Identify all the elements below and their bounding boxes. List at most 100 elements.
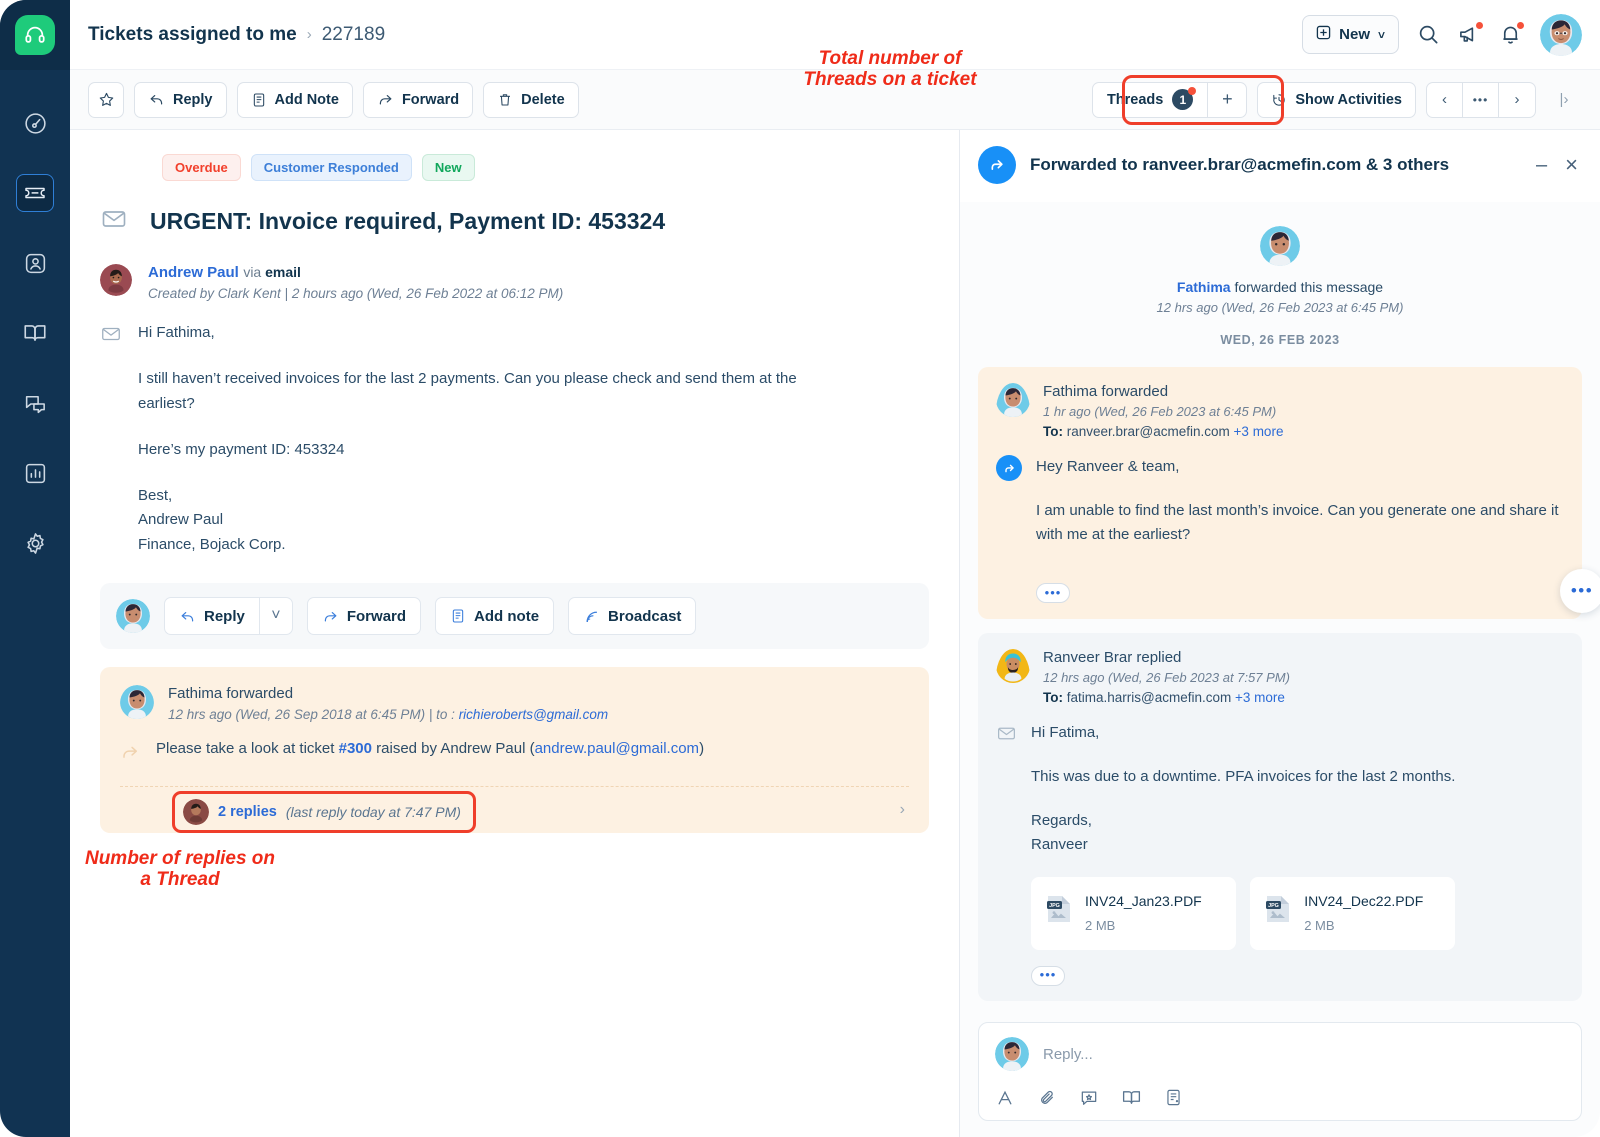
chat-bubbles-icon — [16, 384, 54, 422]
ticket-link[interactable]: #300 — [339, 740, 372, 757]
sidebar-item-reports[interactable] — [0, 438, 70, 508]
forward-arrow-icon — [120, 740, 140, 766]
replies-annotation-highlight: 2 replies (last reply today at 7:47 PM) — [172, 791, 476, 834]
message-action: replied — [1132, 648, 1182, 666]
thread-origin-action: forwarded this message — [1230, 279, 1384, 295]
forwarder-name[interactable]: Fathima — [168, 685, 222, 702]
more-options-button[interactable]: ••• — [1463, 82, 1499, 117]
reply-input[interactable]: Reply... — [1043, 1046, 1093, 1063]
minimize-icon[interactable]: – — [1536, 154, 1547, 177]
message-attachments: JPG INV24_Jan23.PDF 2 MB JPG INV24_Dec22… — [1031, 876, 1456, 950]
status-badge-new[interactable]: New — [421, 154, 475, 181]
template-icon[interactable] — [1164, 1088, 1183, 1107]
forward-action-button[interactable]: Forward — [306, 597, 422, 636]
breadcrumb-current: 227189 — [321, 23, 386, 45]
plus-box-icon — [1316, 25, 1331, 44]
canned-response-icon[interactable] — [1079, 1088, 1099, 1108]
format-text-icon[interactable] — [995, 1088, 1015, 1108]
threads-group: Threads 1 + — [1091, 81, 1248, 118]
sidebar-item-contacts[interactable] — [0, 228, 70, 298]
add-note-action-button[interactable]: Add note — [435, 597, 555, 636]
sidebar-item-dashboard[interactable] — [0, 88, 70, 158]
forward-button[interactable]: Forward — [362, 81, 474, 118]
forwarded-note-recipient[interactable]: richieroberts@gmail.com — [459, 707, 609, 722]
sender-via: via email — [243, 264, 301, 280]
collapse-panel-button[interactable]: |› — [1546, 82, 1582, 118]
message-more-actions-button[interactable]: ••• — [1560, 568, 1600, 613]
knowledge-base-icon[interactable] — [1121, 1087, 1142, 1108]
delete-button[interactable]: Delete — [483, 81, 579, 118]
message-to-more[interactable]: +3 more — [1234, 424, 1284, 439]
reply-button[interactable]: Reply — [134, 81, 227, 118]
message-paragraph: Here’s my payment ID: 453324 — [138, 440, 345, 458]
agent-avatar[interactable] — [116, 599, 150, 634]
forwarder-avatar[interactable] — [120, 685, 154, 722]
threads-button[interactable]: Threads 1 — [1093, 82, 1209, 117]
sidebar-item-settings[interactable] — [0, 508, 70, 578]
reply-action-button[interactable]: Reply — [164, 597, 259, 636]
attachment-icon[interactable] — [1037, 1088, 1057, 1108]
message-author-name[interactable]: Ranveer Brar — [1043, 649, 1132, 666]
search-icon[interactable] — [1417, 23, 1440, 46]
notification-badge — [1517, 22, 1524, 29]
new-button[interactable]: New ˅ — [1302, 15, 1399, 54]
expand-quoted-text-button[interactable]: ••• — [1031, 965, 1065, 986]
message-to-more[interactable]: +3 more — [1235, 690, 1285, 705]
thread-replies-row[interactable]: 2 replies (last reply today at 7:47 PM) … — [120, 787, 909, 834]
close-icon[interactable]: × — [1565, 152, 1578, 178]
status-badge-overdue[interactable]: Overdue — [162, 154, 241, 181]
thread-origin-author[interactable]: Fathima — [1177, 279, 1231, 295]
show-activities-button[interactable]: Show Activities — [1257, 81, 1416, 118]
sender-avatar[interactable] — [100, 264, 132, 296]
ticket-message-text: Hi Fathima, I still haven’t received inv… — [138, 321, 838, 557]
breadcrumb-parent[interactable]: Tickets assigned to me — [88, 24, 297, 46]
add-thread-button[interactable]: + — [1208, 83, 1246, 117]
message-author-line: Ranveer Brar replied — [1043, 649, 1290, 666]
chevron-down-icon: ˅ — [1377, 27, 1385, 42]
reply-split-button: Reply ˅ — [164, 597, 293, 636]
thread-messages-scroll[interactable]: Fathima forwarded this message 12 hrs ag… — [960, 202, 1600, 1008]
thread-panel-actions: – × — [1536, 152, 1578, 178]
application-window: Tickets assigned to me › 227189 New ˅ Re… — [0, 0, 1600, 1137]
expand-quoted-text-button[interactable]: ••• — [1036, 583, 1070, 603]
ticket-subject-row: URGENT: Invoice required, Payment ID: 45… — [100, 205, 929, 238]
next-ticket-button[interactable]: › — [1499, 83, 1535, 117]
attachment-item[interactable]: JPG INV24_Jan23.PDF 2 MB — [1031, 876, 1237, 950]
customer-email-link[interactable]: andrew.paul@gmail.com — [535, 740, 699, 757]
sidebar-item-tickets[interactable] — [0, 158, 70, 228]
ticket-icon — [16, 174, 54, 212]
sidebar-item-knowledge-base[interactable] — [0, 298, 70, 368]
ticket-content: Overdue Customer Responded New URGENT: I… — [70, 130, 1600, 1137]
sidebar-item-chat[interactable] — [0, 368, 70, 438]
forward-action-label: Forward — [346, 607, 407, 625]
breadcrumb-separator: › — [306, 26, 312, 43]
ticket-detail-pane: Overdue Customer Responded New URGENT: I… — [70, 130, 960, 1137]
avatar[interactable] — [1540, 13, 1582, 56]
file-icon: JPG — [1045, 894, 1073, 932]
announcement-icon[interactable] — [1458, 22, 1483, 46]
message-author-name[interactable]: Fathima — [1043, 383, 1097, 400]
replies-count-link[interactable]: 2 replies — [218, 804, 277, 820]
message-time: 1 hr ago (Wed, 26 Feb 2023 at 6:45 PM) — [1043, 404, 1277, 419]
forwarded-note-text: Please take a look at ticket #300 raised… — [156, 740, 704, 766]
sender-via-prefix: via — [243, 264, 262, 280]
prev-ticket-button[interactable]: ‹ — [1427, 82, 1463, 117]
composer-toolbar — [995, 1087, 1565, 1108]
thread-panel: Forwarded to ranveer.brar@acmefin.com & … — [960, 130, 1600, 1137]
broadcast-action-button[interactable]: Broadcast — [568, 597, 697, 636]
star-button[interactable] — [88, 81, 124, 118]
broadcast-action-label: Broadcast — [608, 607, 682, 625]
message-author-avatar[interactable] — [996, 383, 1030, 439]
chevron-right-icon[interactable]: › — [900, 801, 905, 819]
add-note-button[interactable]: Add Note — [236, 81, 353, 118]
sender-name[interactable]: Andrew Paul — [148, 264, 239, 281]
message-author-avatar[interactable] — [996, 648, 1030, 705]
attachment-item[interactable]: JPG INV24_Dec22.PDF 2 MB — [1250, 876, 1456, 950]
reply-dropdown-button[interactable]: ˅ — [258, 597, 293, 636]
forwarded-text-pre: Please take a look at ticket — [156, 740, 339, 758]
app-logo[interactable] — [0, 0, 70, 70]
annotation-threads: Total number of Threads on a ticket — [803, 48, 977, 91]
status-badge-customer-responded[interactable]: Customer Responded — [250, 154, 412, 181]
bell-icon[interactable] — [1499, 22, 1524, 46]
reply-composer[interactable]: Reply... — [978, 1022, 1582, 1121]
